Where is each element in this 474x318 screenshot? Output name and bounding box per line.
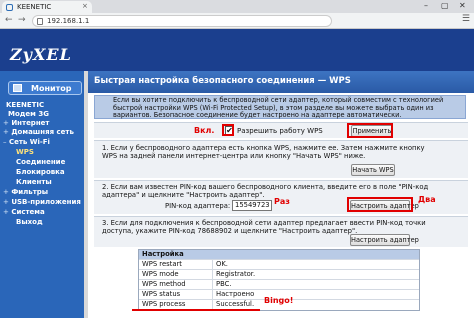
enable-wps-row: ✔ Разрешить работу WPS Применить (94, 122, 468, 138)
router-header: ZyXEL (0, 29, 474, 71)
sidebar-item-label: Сеть Wi-Fi (8, 138, 50, 146)
sidebar-item-wps[interactable]: WPS (16, 148, 34, 156)
sidebar-item-marker: + (3, 128, 9, 136)
step-3-section: 3. Если для подключения к беспроводной с… (94, 216, 468, 247)
address-toolbar: ← → 192.168.1.1 ☰ (0, 13, 474, 29)
page-title: Быстрая настройка безопасного соединения… (94, 76, 351, 86)
pin-input[interactable]: 15549723 (232, 200, 272, 211)
annotation-bingo: Bingo! (264, 296, 294, 305)
sidebar-item-home-network[interactable]: + Домашняя сеть (3, 128, 74, 136)
page-title-bar: Быстрая настройка безопасного соединения… (88, 71, 474, 93)
minimize-icon[interactable]: – (424, 1, 428, 10)
main-panel: Быстрая настройка безопасного соединения… (88, 71, 474, 318)
browser-tab-strip: KEENETIC × – ▢ ✕ (0, 0, 474, 13)
annotation-two: Два (418, 195, 436, 204)
status-key: WPS process (142, 300, 186, 308)
sidebar-item-label: Блокировка (16, 168, 65, 176)
sidebar-item-connection[interactable]: Соединение (16, 158, 65, 166)
step-1-section: 1. Если у беспроводного адаптера есть кн… (94, 140, 468, 178)
status-value: Registrator. (216, 270, 256, 278)
table-row: WPS restart OK. (139, 259, 419, 269)
annotation-checkbox-highlight (222, 124, 234, 136)
sidebar-item-logout[interactable]: Выход (16, 218, 43, 226)
sidebar-item-label: Соединение (16, 158, 66, 166)
sidebar-item-usb-apps[interactable]: + USB-приложения (3, 198, 81, 206)
zyxel-logo: ZyXEL (10, 45, 72, 64)
forward-icon[interactable]: → (18, 15, 26, 25)
browser-tab[interactable]: KEENETIC × (2, 1, 92, 13)
sidebar-item-modem-3g[interactable]: Модем 3G (8, 110, 49, 118)
sidebar-item-label: Модем 3G (8, 110, 49, 118)
sidebar: Монитор KEENETIC Модем 3G + Интернет + Д… (0, 71, 84, 318)
table-row: WPS method PBC. (139, 279, 419, 289)
annotation-enabled: Вкл. (194, 126, 215, 135)
device-name: KEENETIC (6, 101, 45, 109)
sidebar-item-marker: + (3, 188, 9, 196)
sidebar-item-label: Фильтры (11, 188, 49, 196)
sidebar-item-clients[interactable]: Клиенты (16, 178, 52, 186)
step-1-text: 1. Если у беспроводного адаптера есть кн… (102, 144, 425, 161)
status-value: Successful. (216, 300, 255, 308)
close-window-icon[interactable]: ✕ (459, 1, 466, 10)
browser-menu-icon[interactable]: ☰ (462, 14, 470, 24)
sidebar-item-label: Интернет (11, 119, 50, 127)
info-text: Если вы хотите подключить к беспроводной… (113, 96, 444, 120)
annotation-pin-hint: Раз (274, 197, 290, 206)
tab-title: KEENETIC (17, 3, 52, 11)
status-table-header: Настройка (139, 250, 419, 259)
status-key: WPS status (142, 290, 181, 298)
page-info-icon[interactable] (37, 18, 43, 25)
back-icon[interactable]: ← (5, 15, 13, 25)
sidebar-item-wifi[interactable]: – Сеть Wi-Fi (3, 138, 50, 146)
sidebar-item-label: WPS (16, 148, 34, 156)
annotation-configure-highlight (347, 197, 413, 212)
sidebar-item-internet[interactable]: + Интернет (3, 119, 49, 127)
maximize-icon[interactable]: ▢ (441, 1, 449, 10)
info-box: Если вы хотите подключить к беспроводной… (94, 95, 466, 119)
pin-label: PIN-код адаптера: (165, 202, 231, 210)
sidebar-item-system[interactable]: + Система (3, 208, 45, 216)
status-key: WPS method (142, 280, 186, 288)
address-bar[interactable]: 192.168.1.1 (32, 15, 332, 27)
configure-adapter-button-2[interactable]: Настроить адаптер (350, 234, 419, 246)
monitor-button[interactable]: Монитор (8, 81, 82, 95)
status-value: OK. (216, 260, 228, 268)
url-text: 192.168.1.1 (47, 17, 90, 25)
sidebar-item-marker: + (3, 208, 9, 216)
sidebar-item-filters[interactable]: + Фильтры (3, 188, 48, 196)
annotation-apply-highlight (347, 123, 393, 138)
sidebar-item-label: Система (11, 208, 45, 216)
sidebar-item-label: Выход (16, 218, 43, 226)
enable-wps-label: Разрешить работу WPS (237, 127, 323, 135)
annotation-underline (132, 309, 260, 311)
status-value: PBC. (216, 280, 232, 288)
monitor-icon (13, 84, 22, 92)
tab-close-icon[interactable]: × (82, 2, 88, 10)
sidebar-item-blocking[interactable]: Блокировка (16, 168, 65, 176)
page-favicon-icon (6, 4, 13, 11)
table-row: WPS mode Registrator. (139, 269, 419, 279)
sidebar-item-label: USB-приложения (11, 198, 81, 206)
sidebar-item-marker: + (3, 119, 9, 127)
status-value: Настроено (216, 290, 255, 298)
start-wps-button[interactable]: Начать WPS (351, 164, 395, 176)
sidebar-item-label: Клиенты (16, 178, 52, 186)
sidebar-item-label: Домашняя сеть (11, 128, 74, 136)
sidebar-item-marker: + (3, 198, 9, 206)
monitor-label: Монитор (31, 84, 72, 93)
status-key: WPS mode (142, 270, 179, 278)
sidebar-item-marker: – (3, 138, 7, 146)
status-key: WPS restart (142, 260, 182, 268)
